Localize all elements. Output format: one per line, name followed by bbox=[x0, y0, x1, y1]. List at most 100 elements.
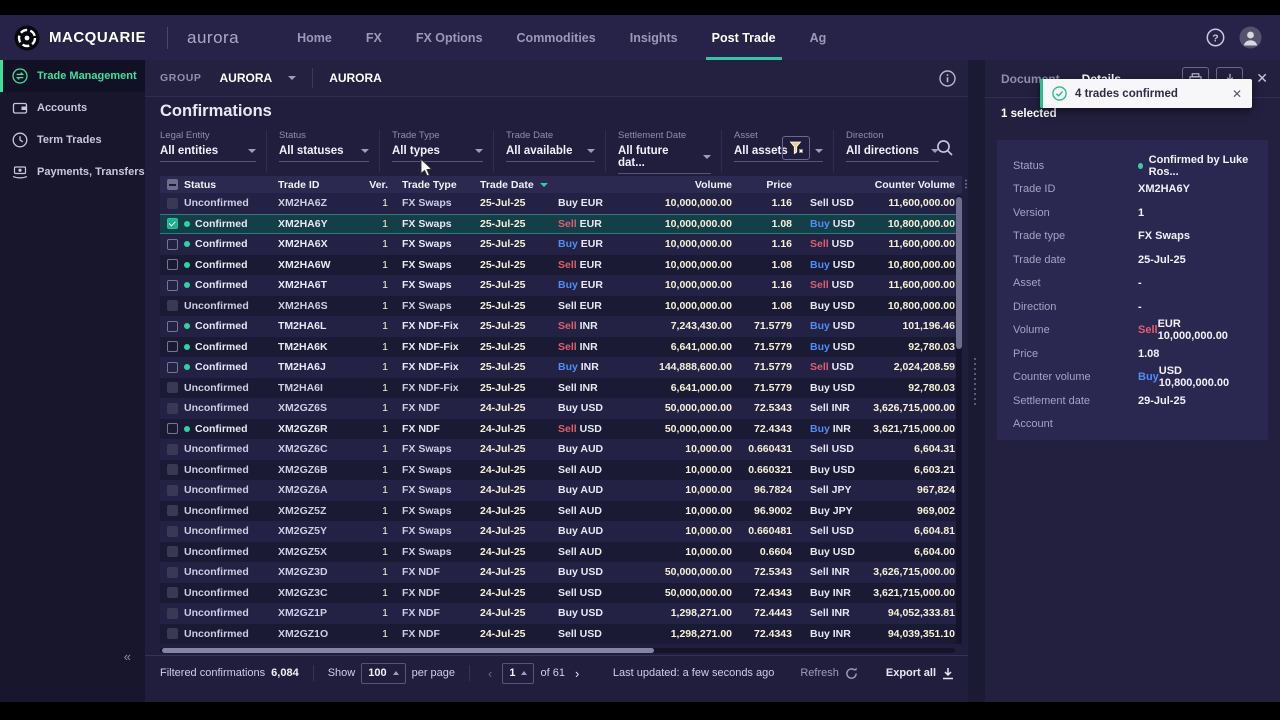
table-row[interactable]: UnconfirmedXM2GZ6A1FX Swaps24-Jul-25Buy … bbox=[160, 480, 962, 501]
row-checkbox[interactable] bbox=[167, 505, 178, 516]
row-checkbox[interactable] bbox=[167, 321, 178, 332]
vertical-scrollbar[interactable] bbox=[956, 195, 962, 644]
row-checkbox[interactable] bbox=[167, 403, 178, 414]
table-row[interactable]: ConfirmedXM2HA6T1FX Swaps25-Jul-25Buy EU… bbox=[160, 275, 962, 296]
table-row[interactable]: UnconfirmedTM2HA6I1FX NDF-Fix25-Jul-25Se… bbox=[160, 378, 962, 399]
select-all-checkbox[interactable] bbox=[167, 179, 178, 190]
close-panel-icon[interactable]: ✕ bbox=[1256, 70, 1268, 87]
column-header-price[interactable]: Price bbox=[732, 179, 792, 191]
table-row[interactable]: ConfirmedXM2HA6W1FX Swaps25-Jul-25Sell E… bbox=[160, 255, 962, 276]
header-select-all[interactable] bbox=[160, 179, 184, 190]
nav-item-fx-options[interactable]: FX Options bbox=[416, 15, 483, 60]
sidebar-item-term-trades[interactable]: Term Trades bbox=[0, 124, 145, 156]
sidebar-item-payments-transfers[interactable]: Payments, Transfers & … bbox=[0, 156, 145, 188]
row-checkbox[interactable] bbox=[167, 423, 178, 434]
row-checkbox[interactable] bbox=[167, 464, 178, 475]
cell-price: 96.9002 bbox=[732, 505, 792, 517]
table-row[interactable]: UnconfirmedXM2GZ5Y1FX Swaps24-Jul-25Buy … bbox=[160, 521, 962, 542]
row-checkbox[interactable] bbox=[167, 341, 178, 352]
column-header-counter-volume[interactable]: Counter Volume bbox=[866, 179, 955, 191]
sidebar-item-accounts[interactable]: Accounts bbox=[0, 92, 145, 124]
refresh-button[interactable]: Refresh bbox=[800, 667, 858, 680]
search-icon[interactable] bbox=[936, 139, 954, 157]
show-label: Show bbox=[328, 667, 356, 679]
horizontal-scrollbar-thumb[interactable] bbox=[162, 648, 654, 653]
row-checkbox[interactable] bbox=[167, 300, 178, 311]
row-checkbox[interactable] bbox=[167, 362, 178, 373]
row-checkbox[interactable] bbox=[167, 218, 178, 229]
table-row[interactable]: ConfirmedXM2HA6Y1FX Swaps25-Jul-25Sell E… bbox=[160, 214, 962, 235]
column-header-trade-id[interactable]: Trade ID bbox=[278, 179, 362, 191]
row-checkbox[interactable] bbox=[167, 567, 178, 578]
table-row[interactable]: UnconfirmedXM2GZ6C1FX Swaps24-Jul-25Buy … bbox=[160, 439, 962, 460]
column-header-trade-date[interactable]: Trade Date bbox=[480, 179, 558, 191]
group-selector[interactable]: AURORA bbox=[220, 71, 297, 85]
table-row[interactable]: UnconfirmedXM2GZ1O1FX NDF24-Jul-25Sell U… bbox=[160, 624, 962, 645]
panel-resize-handle[interactable] bbox=[974, 358, 976, 405]
row-checkbox[interactable] bbox=[167, 382, 178, 393]
nav-item-home[interactable]: Home bbox=[297, 15, 332, 60]
column-header-trade-type[interactable]: Trade Type bbox=[388, 179, 480, 191]
info-icon[interactable] bbox=[939, 70, 956, 87]
column-header-ver[interactable]: Ver. bbox=[362, 179, 388, 191]
table-row[interactable]: UnconfirmedXM2GZ6B1FX Swaps24-Jul-25Sell… bbox=[160, 460, 962, 481]
page-number-select[interactable]: 1 bbox=[502, 663, 534, 684]
table-row[interactable]: UnconfirmedXM2GZ6S1FX NDF24-Jul-25Buy US… bbox=[160, 398, 962, 419]
column-header-status[interactable]: Status bbox=[184, 179, 278, 191]
sidebar-item-trade-management[interactable]: Trade Management bbox=[0, 60, 145, 92]
clear-filters-button[interactable] bbox=[782, 136, 810, 160]
table-row[interactable]: ConfirmedXM2HA6X1FX Swaps25-Jul-25Buy EU… bbox=[160, 234, 962, 255]
nav-item-ag[interactable]: Ag bbox=[810, 15, 827, 60]
row-checkbox[interactable] bbox=[167, 259, 178, 270]
page-size-select[interactable]: 100 bbox=[361, 663, 405, 684]
column-header-volume[interactable]: Volume bbox=[624, 179, 732, 191]
table-row[interactable]: UnconfirmedXM2GZ5X1FX Swaps24-Jul-25Sell… bbox=[160, 542, 962, 563]
filter-legal-entity[interactable]: Legal EntityAll entities bbox=[160, 130, 266, 172]
row-checkbox[interactable] bbox=[167, 280, 178, 291]
horizontal-scrollbar[interactable] bbox=[160, 648, 955, 653]
filter-asset[interactable]: AssetAll assets bbox=[721, 130, 833, 172]
vertical-scrollbar-thumb[interactable] bbox=[956, 197, 962, 349]
row-checkbox[interactable] bbox=[167, 608, 178, 619]
filter-settlement-date[interactable]: Settlement DateAll future dat... bbox=[605, 130, 721, 172]
prev-page-button[interactable]: ‹ bbox=[484, 666, 496, 681]
table-row[interactable]: UnconfirmedXM2GZ5Z1FX Swaps24-Jul-25Sell… bbox=[160, 501, 962, 522]
row-checkbox[interactable] bbox=[167, 198, 178, 209]
user-icon[interactable] bbox=[1239, 26, 1262, 49]
help-icon[interactable]: ? bbox=[1206, 28, 1225, 47]
filter-status[interactable]: StatusAll statuses bbox=[266, 130, 379, 172]
row-checkbox[interactable] bbox=[167, 239, 178, 250]
row-checkbox[interactable] bbox=[167, 628, 178, 639]
filter-trade-type[interactable]: Trade TypeAll types bbox=[379, 130, 493, 172]
row-checkbox[interactable] bbox=[167, 546, 178, 557]
status-dot-icon bbox=[184, 262, 190, 268]
export-all-button[interactable]: Export all bbox=[886, 667, 954, 680]
table-row[interactable]: ConfirmedTM2HA6J1FX NDF-Fix25-Jul-25Buy … bbox=[160, 357, 962, 378]
nav-item-fx[interactable]: FX bbox=[366, 15, 382, 60]
table-row[interactable]: UnconfirmedXM2GZ3D1FX NDF24-Jul-25Buy US… bbox=[160, 562, 962, 583]
check-circle-icon bbox=[1052, 86, 1067, 101]
counter-direction-currency: USD bbox=[832, 197, 854, 209]
table-row[interactable]: ConfirmedTM2HA6K1FX NDF-Fix25-Jul-25Sell… bbox=[160, 337, 962, 358]
row-checkbox[interactable] bbox=[167, 485, 178, 496]
nav-item-commodities[interactable]: Commodities bbox=[517, 15, 596, 60]
table-row[interactable]: UnconfirmedXM2GZ1P1FX NDF24-Jul-25Buy US… bbox=[160, 603, 962, 624]
nav-item-post-trade[interactable]: Post Trade bbox=[712, 15, 776, 60]
filter-trade-date[interactable]: Trade DateAll available bbox=[493, 130, 605, 172]
row-checkbox[interactable] bbox=[167, 444, 178, 455]
filter-direction[interactable]: DirectionAll directions bbox=[833, 130, 949, 172]
table-row[interactable]: UnconfirmedXM2HA6Z1FX Swaps25-Jul-25Buy … bbox=[160, 193, 962, 214]
row-checkbox[interactable] bbox=[167, 526, 178, 537]
table-row[interactable]: UnconfirmedXM2GZ3C1FX NDF24-Jul-25Sell U… bbox=[160, 583, 962, 604]
cell-trade-date: 25-Jul-25 bbox=[480, 320, 558, 332]
sidebar-collapse-icon[interactable]: « bbox=[124, 649, 131, 664]
next-page-button[interactable]: › bbox=[571, 666, 583, 681]
row-checkbox[interactable] bbox=[167, 587, 178, 598]
nav-item-insights[interactable]: Insights bbox=[630, 15, 678, 60]
table-row[interactable]: UnconfirmedXM2HA6S1FX Swaps25-Jul-25Sell… bbox=[160, 296, 962, 317]
status-dot-icon bbox=[184, 426, 190, 432]
table-row[interactable]: ConfirmedTM2HA6L1FX NDF-Fix25-Jul-25Sell… bbox=[160, 316, 962, 337]
table-row[interactable]: ConfirmedXM2GZ6R1FX NDF24-Jul-25Sell USD… bbox=[160, 419, 962, 440]
cell-version: 1 bbox=[362, 525, 388, 537]
toast-close-icon[interactable]: ✕ bbox=[1232, 87, 1242, 101]
